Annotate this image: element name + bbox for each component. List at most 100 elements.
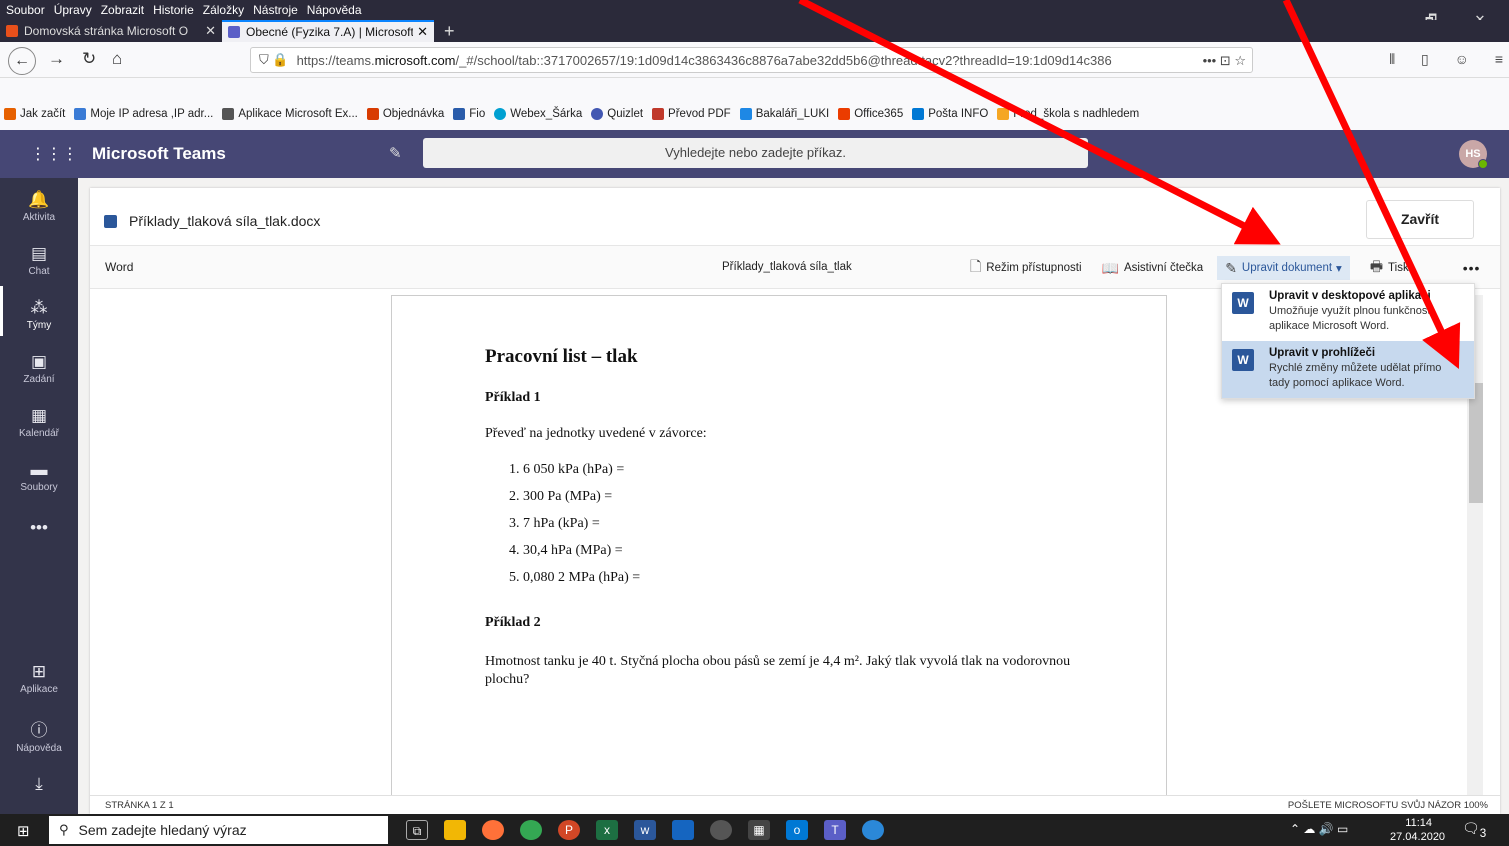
rail-label: Týmy [26,320,52,331]
rail-item-soubory[interactable]: ▬ Soubory [0,460,78,493]
outlook-icon[interactable]: o [786,820,808,840]
accessibility-icon: 🗋 [970,258,982,274]
menu-item-edit-desktop[interactable]: W Upravit v desktopové aplikaci Umožňuje… [1222,284,1474,341]
button-label: Upravit dokument [1241,262,1333,274]
bookmark-label: Aplikace Microsoft Ex... [238,108,358,120]
immersive-reader-button[interactable]: 📖 Asistivní čtečka [1102,256,1204,280]
accessibility-mode-button[interactable]: 🗋 Režim přístupnosti [970,256,1082,280]
menu-napoveda[interactable]: Nápověda [307,3,362,17]
windows-start-icon[interactable]: ⊞ [17,822,30,840]
rail-item-more[interactable]: ••• [0,518,78,540]
close-tab-icon[interactable]: ✕ [205,23,216,39]
edit-dropdown-menu: W Upravit v desktopové aplikaci Umožňuje… [1221,283,1475,399]
bookmark-item[interactable]: Fio [453,108,485,120]
rail-item-napoveda[interactable]: ⓘ Nápověda [0,716,78,754]
bookmark-item[interactable]: Objednávka [366,108,444,120]
rail-label: Nápověda [16,743,62,754]
rail-item-kalendar[interactable]: ▦ Kalendář [0,406,78,439]
bookmark-item[interactable]: Pošta INFO [912,108,988,120]
rail-item-download[interactable]: ⤓ [0,774,78,796]
scrollbar-thumb[interactable] [1469,383,1483,503]
tab-office-home[interactable]: Domovská stránka Microsoft O ✕ [0,20,222,42]
tab-teams[interactable]: Obecné (Fyzika 7.A) | Microsoft ✕ [222,20,434,42]
edit-document-button[interactable]: ✎ Upravit dokument ▾ [1217,256,1350,280]
menu-item-description: aplikace Microsoft Word. [1269,320,1390,332]
more-options-icon[interactable]: ••• [1463,260,1481,276]
recorder-icon[interactable] [710,820,732,840]
smart-notebook-icon[interactable] [672,820,694,840]
file-name-label[interactable]: Příklady_tlaková síla_tlak [722,261,852,273]
excel-icon[interactable]: x [596,820,618,840]
bookmark-item[interactable]: Jak začít [4,108,65,120]
firefox-icon[interactable] [482,820,504,840]
menu-upravy[interactable]: Úpravy [54,3,92,17]
rail-label: Chat [28,266,50,277]
rail-item-zadani[interactable]: ▣ Zadání [0,352,78,385]
bookmark-item[interactable]: Webex_Šárka [494,108,582,120]
calculator-icon[interactable]: ▦ [748,820,770,840]
navigation-bar: ← → ↻ ⌂ ⛉ 🔒 https://teams. microsoft.com /… [0,42,1509,78]
back-arrow-icon[interactable]: ← [8,47,36,75]
word-app-label[interactable]: Word [105,260,133,274]
new-tab-button[interactable]: + [444,20,455,42]
taskbar-search-input[interactable]: ⚲ Sem zadejte hledaný výraz [49,816,388,844]
clock[interactable]: 11:14 27.04.2020 [1390,816,1445,844]
powerpoint-icon[interactable]: P [558,820,580,840]
rail-item-chat[interactable]: ▤ Chat [0,244,78,277]
main-content: Příklady_tlaková síla_tlak.docx Zavřít W… [78,178,1509,815]
chrome-icon[interactable] [520,820,542,840]
bookmark-item[interactable]: Quizlet [591,108,643,120]
rail-label: Kalendář [18,428,60,439]
bookmark-item[interactable]: Bakaláři_LUKI [739,108,829,120]
reload-icon[interactable]: ↻ [82,49,96,69]
word-file-icon [104,214,117,228]
bookmark-item[interactable]: Moje IP adresa ,IP adr... [74,108,213,120]
circle-app-icon[interactable] [862,820,884,840]
bookmark-item[interactable]: Převod PDF [652,108,731,120]
notifications-icon[interactable]: 🗨3 [1462,820,1486,840]
url-bar[interactable]: ⛉ 🔒 https://teams. microsoft.com/_#/schoo… [250,47,1253,73]
list-item: 2. 300 Pa (MPa) = [509,489,613,504]
rail-item-tymy[interactable]: ⁂ Týmy [0,298,78,331]
menu-zalozky[interactable]: Záložky [203,3,244,17]
system-tray-icons[interactable]: ⌃ ☁ 🔊 ▭ [1290,822,1348,836]
home-icon[interactable]: ⌂ [112,49,122,69]
rail-item-aktivita[interactable]: 🔔 Aktivita [0,190,78,223]
word-icon[interactable]: w [634,820,656,840]
bookmark-item[interactable]: Office365 [838,108,903,120]
print-button[interactable]: 🖶 Tisk [1370,256,1409,280]
menu-zobrazit[interactable]: Zobrazit [101,3,144,17]
explorer-icon[interactable] [444,820,466,840]
rail-item-aplikace[interactable]: ⊞ Aplikace [0,662,78,695]
sidebar-icon[interactable]: ▯ [1421,51,1429,67]
menu-icon[interactable]: ≡ [1495,51,1503,67]
teams-icon [228,26,240,38]
avatar-initials: HS [1465,148,1481,160]
avatar[interactable]: HS [1459,140,1488,169]
task-view-icon[interactable]: ⧉ [406,820,428,840]
close-tab-icon[interactable]: ✕ [417,24,428,40]
menu-soubor[interactable]: Soubor [6,3,45,17]
menu-item-title: Upravit v prohlížeči [1269,347,1376,359]
printer-icon: 🖶 [1369,258,1384,274]
search-icon: ⚲ [59,822,69,837]
menu-item-edit-browser[interactable]: W Upravit v prohlížeči Rychlé změny může… [1222,341,1474,398]
library-icon[interactable]: ⫴ [1389,51,1395,67]
bookmark-item[interactable]: Fred_škola s nadhledem [997,108,1139,120]
app-launcher-icon[interactable]: ⋮⋮⋮ [30,144,78,164]
page-actions-icon[interactable]: ••• ⊡ ☆ [1198,48,1246,72]
close-button[interactable]: Zavřít [1366,200,1474,239]
order-icon [366,108,379,120]
example-1-title: Příklad 1 [485,390,541,405]
bookmark-label: Fred_škola s nadhledem [1013,108,1140,120]
menu-nastroje[interactable]: Nástroje [253,3,298,17]
search-input[interactable]: Vyhledejte nebo zadejte příkaz. [423,138,1088,168]
teams-icon[interactable]: T [824,820,846,840]
account-icon[interactable]: ☺ [1455,51,1469,67]
compose-icon[interactable]: ✎ [389,144,402,162]
forward-arrow-icon[interactable]: → [48,49,65,69]
menu-historie[interactable]: Historie [153,3,194,17]
feedback-link[interactable]: POŠLETE MICROSOFTU SVŮJ NÁZOR 100% [1288,800,1488,811]
bookmark-item[interactable]: Aplikace Microsoft Ex... [222,108,358,120]
list-item: 1. 6 050 kPa (hPa) = [509,462,625,477]
